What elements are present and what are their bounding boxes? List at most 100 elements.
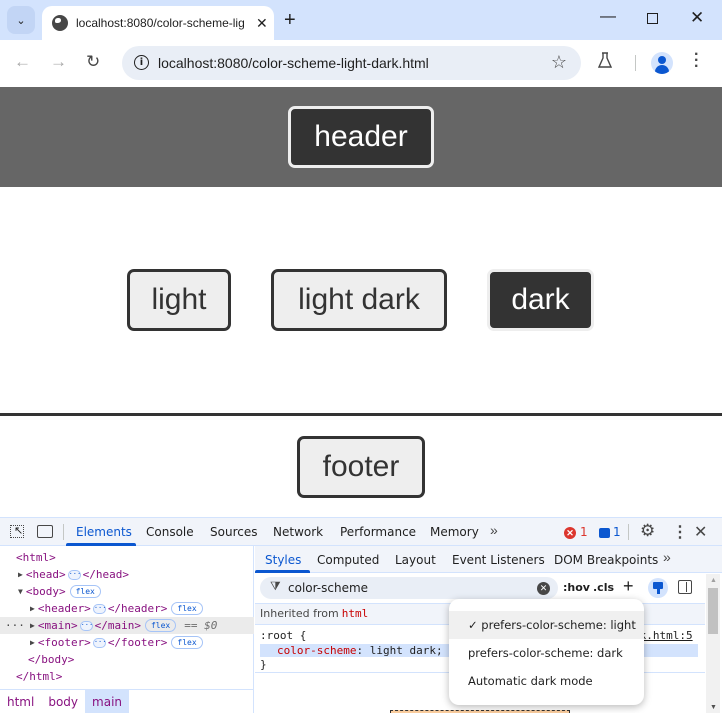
error-count[interactable]: 1 xyxy=(580,525,588,539)
scroll-thumb[interactable] xyxy=(708,588,718,634)
reload-button[interactable]: ↻ xyxy=(86,52,100,72)
message-count[interactable]: 1 xyxy=(613,525,621,539)
tab-styles[interactable]: Styles xyxy=(265,553,301,567)
browser-tab[interactable]: localhost:8080/color-scheme-light-dark.h… xyxy=(42,6,274,40)
dom-node-main[interactable]: ··· ▶ <main> ··· </main> flex == $0 xyxy=(0,617,254,634)
minimize-button[interactable]: — xyxy=(600,8,616,26)
labs-flask-icon[interactable] xyxy=(598,52,612,68)
scroll-up-icon[interactable]: ▲ xyxy=(710,577,717,584)
site-info-icon[interactable]: i xyxy=(134,55,149,70)
cls-toggle[interactable]: .cls xyxy=(593,581,614,594)
property-value[interactable]: light dark; xyxy=(363,644,443,657)
menu-item-prefers-dark[interactable]: prefers-color-scheme: dark xyxy=(449,639,644,667)
active-tab-indicator xyxy=(255,570,310,573)
expand-triangle-icon[interactable]: ▶ xyxy=(30,604,35,613)
browser-toolbar: ← → ↻ i localhost:8080/color-scheme-ligh… xyxy=(0,40,722,87)
tab-performance[interactable]: Performance xyxy=(340,525,416,539)
inspect-element-icon[interactable] xyxy=(10,524,24,538)
tab-dom-breakpoints[interactable]: DOM Breakpoints xyxy=(554,553,658,567)
tab-search-button[interactable]: ⌄ xyxy=(7,6,35,34)
dom-node-head[interactable]: ▶ <head> ··· </head> xyxy=(18,566,129,583)
devtools-close-icon[interactable]: ✕ xyxy=(694,522,707,542)
new-style-rule-icon[interactable]: + xyxy=(623,576,634,597)
tab-close-icon[interactable]: ✕ xyxy=(256,15,268,32)
breadcrumb: html body main xyxy=(0,689,254,713)
dom-node-body[interactable]: ▼ <body> flex xyxy=(18,583,101,600)
browser-tabstrip: ⌄ localhost:8080/color-scheme-light-dark… xyxy=(0,0,722,40)
ellipsis-icon[interactable]: ··· xyxy=(79,620,93,631)
flex-badge[interactable]: flex xyxy=(144,619,177,632)
ellipsis-icon[interactable]: ··· xyxy=(92,603,106,614)
menu-item-automatic-dark-mode[interactable]: Automatic dark mode xyxy=(449,667,644,695)
color-scheme-emulation-menu: ✓ prefers-color-scheme: light prefers-co… xyxy=(449,599,644,705)
scroll-down-icon[interactable]: ▼ xyxy=(710,704,717,711)
message-icon[interactable] xyxy=(599,528,610,538)
css-declaration[interactable]: color-scheme: light dark; xyxy=(277,644,443,657)
header-box: header xyxy=(288,106,434,168)
bookmark-star-icon[interactable]: ☆ xyxy=(551,52,567,73)
collapse-triangle-icon[interactable]: ▼ xyxy=(18,587,23,596)
clear-filter-icon[interactable]: ✕ xyxy=(537,582,550,595)
styles-scrollbar[interactable]: ▲ ▼ xyxy=(706,574,720,713)
light-dark-box: light dark xyxy=(271,269,447,331)
footer-box: footer xyxy=(297,436,425,498)
selected-node-marker: == $0 xyxy=(184,619,218,632)
tab-layout[interactable]: Layout xyxy=(395,553,436,567)
flex-badge[interactable]: flex xyxy=(171,602,203,615)
device-toolbar-icon[interactable] xyxy=(37,525,53,538)
hov-toggle[interactable]: :hov xyxy=(563,581,590,594)
devtools-menu-icon[interactable]: ⋮ xyxy=(672,522,688,542)
flex-badge[interactable]: flex xyxy=(171,636,203,649)
toolbar-divider xyxy=(635,55,636,71)
tab-sources[interactable]: Sources xyxy=(210,525,257,539)
filter-icon: ⧩ xyxy=(270,579,281,593)
tab-network[interactable]: Network xyxy=(273,525,323,539)
settings-gear-icon[interactable]: ⚙ xyxy=(640,521,655,541)
breadcrumb-main[interactable]: main xyxy=(85,690,130,713)
globe-icon xyxy=(52,15,68,31)
dom-node-header[interactable]: ▶ <header> ··· </header> flex xyxy=(30,600,203,617)
back-button[interactable]: ← xyxy=(14,52,31,72)
toggle-sidebar-icon[interactable] xyxy=(678,580,692,594)
rendering-emulation-brush-icon[interactable] xyxy=(648,578,668,598)
more-tabs-icon[interactable]: » xyxy=(663,549,671,565)
footer-divider xyxy=(0,413,722,416)
ellipsis-icon[interactable]: ··· xyxy=(67,569,81,580)
flex-badge[interactable]: flex xyxy=(69,585,101,598)
node-actions-icon[interactable]: ··· xyxy=(5,619,25,632)
chevron-down-icon: ⌄ xyxy=(16,14,26,27)
rule-selector[interactable]: :root { xyxy=(260,629,306,642)
dom-node-html[interactable]: <html> xyxy=(16,549,56,566)
tab-memory[interactable]: Memory xyxy=(430,525,479,539)
expand-triangle-icon[interactable]: ▶ xyxy=(30,638,35,647)
devtools-divider xyxy=(628,524,629,540)
filter-value[interactable]: color-scheme xyxy=(288,581,368,595)
ellipsis-icon[interactable]: ··· xyxy=(92,637,106,648)
forward-button[interactable]: → xyxy=(50,52,67,72)
url-text[interactable]: localhost:8080/color-scheme-light-dark.h… xyxy=(158,55,429,71)
expand-triangle-icon[interactable]: ▶ xyxy=(30,621,35,630)
expand-triangle-icon[interactable]: ▶ xyxy=(18,570,23,579)
browser-menu-icon[interactable]: · · · xyxy=(694,47,699,75)
breadcrumb-body[interactable]: body xyxy=(41,690,85,713)
tab-event-listeners[interactable]: Event Listeners xyxy=(452,553,545,567)
new-tab-button[interactable]: + xyxy=(284,9,296,32)
tab-computed[interactable]: Computed xyxy=(317,553,379,567)
dom-node-body-close[interactable]: </body> xyxy=(28,651,74,668)
breadcrumb-html[interactable]: html xyxy=(0,690,41,713)
error-icon[interactable]: ✕ xyxy=(564,527,576,539)
tab-elements[interactable]: Elements xyxy=(76,525,132,539)
tab-console[interactable]: Console xyxy=(146,525,194,539)
styles-filter-input[interactable]: ⧩ color-scheme ✕ xyxy=(260,577,558,599)
menu-item-prefers-light[interactable]: ✓ prefers-color-scheme: light xyxy=(449,611,644,639)
dom-node-footer[interactable]: ▶ <footer> ··· </footer> flex xyxy=(30,634,203,651)
dom-node-html-close[interactable]: </html> xyxy=(16,668,62,685)
profile-avatar-icon[interactable] xyxy=(651,52,673,74)
window-close-button[interactable]: ✕ xyxy=(690,8,704,28)
maximize-button[interactable] xyxy=(647,13,658,24)
more-tabs-icon[interactable]: » xyxy=(490,522,498,538)
property-name[interactable]: color-scheme xyxy=(277,644,356,657)
styles-tabbar: Styles Computed Layout Event Listeners D… xyxy=(255,546,722,573)
inherited-tag-link[interactable]: html xyxy=(342,607,369,620)
address-bar[interactable]: i localhost:8080/color-scheme-light-dark… xyxy=(122,46,581,80)
